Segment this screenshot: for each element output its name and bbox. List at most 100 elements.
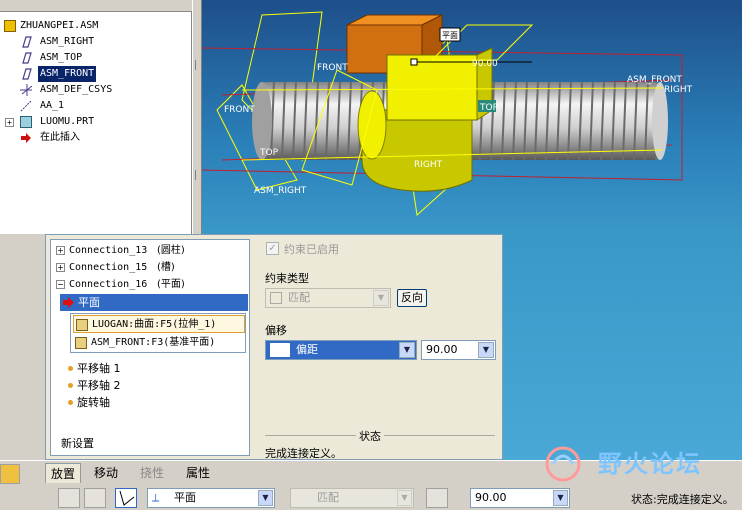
surface-icon (76, 319, 88, 331)
splitter-grip (195, 60, 199, 70)
constraint-item-plane[interactable]: 平面 (60, 294, 248, 311)
tree-item-label: ASM_RIGHT (40, 36, 95, 47)
pane-splitter[interactable] (192, 0, 202, 234)
dimension-value[interactable]: 90.00 (472, 59, 498, 69)
new-set-link[interactable]: 新设置 (61, 435, 94, 452)
datum-label-asm-front: ASM_FRONT (627, 75, 682, 85)
offset-type-select[interactable]: 偏距 ▼ (265, 340, 417, 360)
axis-item[interactable]: 旋转轴 (51, 394, 249, 411)
datum-label-top: TOP (479, 103, 499, 113)
tree-item-label: ASM_FRONT (38, 66, 97, 82)
tree-item-label: AA_1 (40, 100, 65, 111)
datum-axis-icon (20, 100, 32, 112)
nut-face (357, 90, 387, 160)
datum-plane-icon (22, 68, 32, 80)
bullet-icon (68, 400, 73, 405)
flip-button[interactable]: 反向 (397, 289, 427, 307)
datum-label-top: TOP (259, 148, 279, 158)
datum-label-asm-right: ASM_RIGHT (254, 186, 307, 196)
dashboard-status: 状态:完成连接定义。 (631, 493, 734, 506)
axis-item[interactable]: 平移轴 2 (51, 377, 249, 394)
connection-type: (圆柱) (157, 245, 185, 256)
constraint-enabled-checkbox[interactable]: ✓ (266, 242, 279, 255)
watermark-text: 野火论坛 (598, 450, 702, 478)
drag-handle[interactable] (410, 58, 418, 66)
chevron-down-icon: ▼ (553, 490, 568, 506)
offset-value: 90.00 (426, 343, 458, 356)
tree-item-label: LUOMU.PRT (40, 116, 95, 127)
constraint-type-value: 匹配 (317, 491, 339, 504)
reference-item[interactable]: LUOGAN:曲面:F5(拉伸_1) (73, 315, 245, 333)
chevron-down-icon: ▼ (373, 290, 389, 306)
tab-placement[interactable]: 放置 (45, 463, 81, 483)
connection-tool-icon[interactable] (115, 488, 137, 508)
axis-label: 平移轴 2 (77, 379, 121, 392)
watermark: 野火论坛 (528, 440, 740, 484)
arrow-icon (63, 297, 74, 308)
yellow-block[interactable] (386, 54, 478, 121)
graphics-viewport[interactable]: FRONT FRONT TOP TOP RIGHT RIGHT ASM_RIGH… (202, 0, 742, 234)
tree-root-label: ZHUANGPEI.ASM (20, 20, 99, 31)
connection-name: Connection_13 (69, 245, 148, 256)
connection-name: Connection_15 (69, 262, 148, 273)
datum-plane-icon (22, 52, 32, 64)
offset-value: 90.00 (475, 491, 507, 504)
constraint-type-label: 约束类型 (265, 272, 309, 285)
new-set-label: 新设置 (61, 437, 94, 450)
expand-icon[interactable]: + (5, 118, 14, 127)
connection-item[interactable]: + Connection_13 (圆柱) (51, 242, 249, 259)
axis-label: 平移轴 1 (77, 362, 121, 375)
constraint-type-value: 匹配 (288, 291, 310, 304)
connection-list[interactable]: + Connection_13 (圆柱) + Connection_15 (槽)… (50, 239, 250, 456)
tree-item-label: 在此插入 (40, 132, 80, 143)
connection-item[interactable]: + Connection_15 (槽) (51, 259, 249, 276)
bullet-icon (68, 383, 73, 388)
model-tree-header (0, 0, 192, 12)
connection-type-value: 平面 (174, 491, 196, 504)
datum-label-right: RIGHT (664, 85, 693, 95)
connection-type: (槽) (157, 262, 175, 273)
axis-label: 旋转轴 (77, 396, 110, 409)
model-drawing[interactable]: FRONT FRONT TOP TOP RIGHT RIGHT ASM_RIGH… (202, 0, 742, 234)
tab-properties[interactable]: 属性 (180, 463, 216, 483)
constraint-type-select[interactable]: 匹配 ▼ (265, 288, 391, 308)
datum-icon (75, 337, 87, 349)
connection-item[interactable]: − Connection_16 (平面) (51, 276, 249, 293)
angle-icon (119, 490, 135, 506)
axis-item[interactable]: 平移轴 1 (51, 360, 249, 377)
datum-label-right: RIGHT (414, 160, 443, 170)
offset-value-field[interactable]: 90.00 ▼ (470, 488, 570, 508)
splitter-grip (195, 170, 199, 180)
constraint-type-select[interactable]: 匹配 ▼ (290, 488, 414, 508)
offset-type-icon[interactable] (426, 488, 448, 508)
constraint-tag[interactable]: 平面 (442, 31, 458, 40)
tab-flexibility[interactable]: 挠性 (134, 463, 170, 483)
tree-item-label: ASM_TOP (40, 52, 83, 63)
connection-type-icon: ⟂ (152, 491, 160, 504)
bullet-icon (68, 366, 73, 371)
collapse-icon[interactable]: − (56, 280, 65, 289)
offset-value-field[interactable]: 90.00 ▼ (421, 340, 496, 360)
tree-item-label: ASM_DEF_CSYS (40, 84, 113, 95)
insert-arrow-icon (21, 133, 31, 143)
copy-tool-icon[interactable] (84, 488, 106, 508)
chevron-down-icon: ▼ (397, 490, 412, 506)
assembly-icon (4, 20, 16, 32)
chevron-down-icon: ▼ (258, 490, 273, 506)
connection-type-select[interactable]: ⟂ 平面 ▼ (147, 488, 275, 508)
status-text: 完成连接定义。 (265, 447, 342, 460)
placement-tool-icon[interactable] (58, 488, 80, 508)
datum-label-front: FRONT (224, 105, 255, 115)
datum-plane-icon (22, 36, 32, 48)
model-tree[interactable]: ZHUANGPEI.ASM ASM_RIGHT ASM_TOP ASM_FRON… (0, 12, 192, 234)
tab-move[interactable]: 移动 (88, 463, 124, 483)
reference-label: ASM_FRONT:F3(基准平面) (91, 337, 216, 348)
assembly-icon[interactable] (0, 464, 20, 484)
expand-icon[interactable]: + (56, 246, 65, 255)
expand-icon[interactable]: + (56, 263, 65, 272)
offset-icon (270, 343, 290, 357)
reference-item[interactable]: ASM_FRONT:F3(基准平面) (73, 334, 245, 352)
connection-type: (平面) (157, 279, 185, 290)
constraint-enabled-label: 约束已启用 (284, 243, 339, 256)
constraint-label: 平面 (78, 296, 100, 309)
